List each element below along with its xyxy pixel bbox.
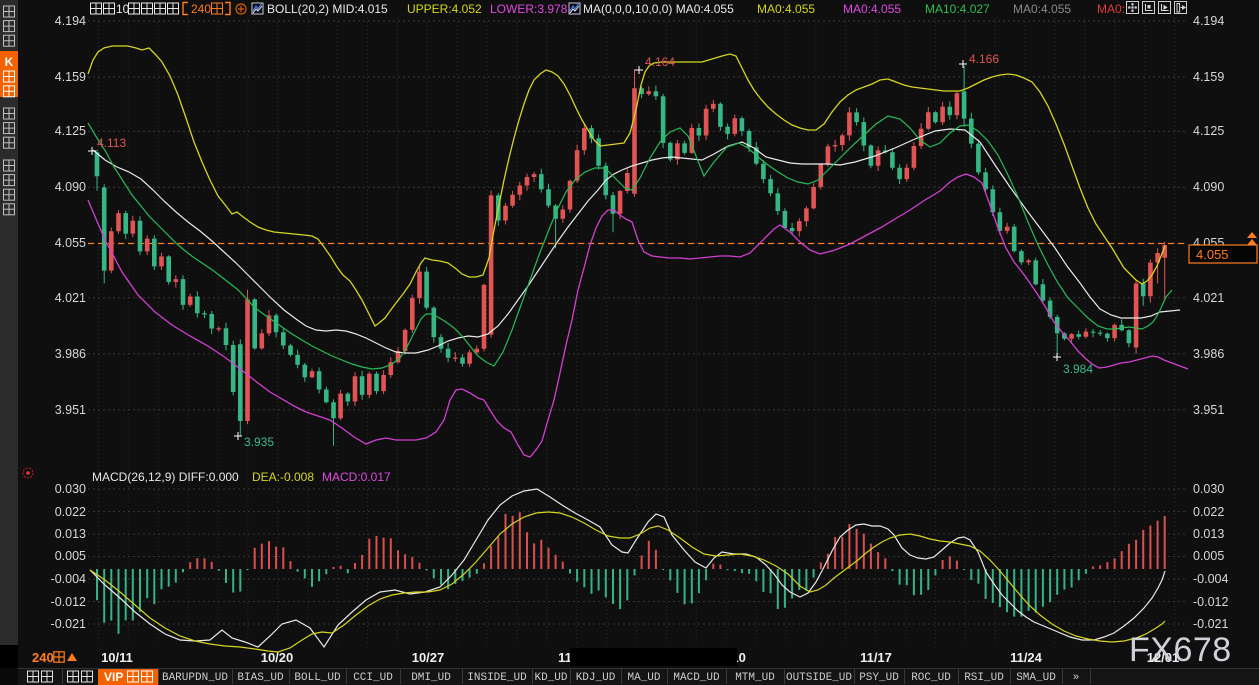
svg-text:10/27: 10/27 [412,650,445,665]
svg-text:MA0:: MA0: [1097,2,1125,16]
svg-text:3.935: 3.935 [244,435,274,449]
svg-text:4.055: 4.055 [1196,247,1229,262]
svg-text:BOLL(20,2) MID:4.015: BOLL(20,2) MID:4.015 [267,2,388,16]
svg-text:KD_UD: KD_UD [534,672,567,684]
svg-text:RSI_UD: RSI_UD [964,672,1004,684]
svg-text:ROC_UD: ROC_UD [911,672,951,684]
svg-text:0.022: 0.022 [1193,505,1224,519]
svg-text:-0.012: -0.012 [51,595,86,609]
svg-text:4.194: 4.194 [55,14,86,28]
svg-text:OUTSIDE_UD: OUTSIDE_UD [786,672,852,684]
svg-text:-0.004: -0.004 [51,572,86,586]
svg-text:FX678: FX678 [1129,631,1232,669]
svg-text:11/24: 11/24 [1010,650,1043,665]
svg-text:MACD(26,12,9) DIFF:0.000: MACD(26,12,9) DIFF:0.000 [92,470,239,484]
svg-text:4.113: 4.113 [97,136,126,150]
svg-text:4.159: 4.159 [55,70,86,84]
svg-text:3.951: 3.951 [55,403,86,417]
svg-text:4.125: 4.125 [1193,124,1224,138]
svg-text:4.021: 4.021 [1193,291,1224,305]
svg-text:-0.021: -0.021 [1193,617,1228,631]
svg-text:4.090: 4.090 [55,180,86,194]
svg-text:DEA:-0.008: DEA:-0.008 [252,470,314,484]
svg-text:MA0:4.055: MA0:4.055 [757,2,815,16]
svg-text:4.021: 4.021 [55,291,86,305]
svg-text:0.022: 0.022 [55,505,86,519]
svg-text:BARUPDN_UD: BARUPDN_UD [162,672,228,684]
svg-text:3.951: 3.951 [1193,403,1224,417]
svg-text:BIAS_UD: BIAS_UD [237,672,284,684]
svg-text:3.986: 3.986 [1193,347,1224,361]
svg-text:0.030: 0.030 [1193,482,1224,496]
svg-text:4.166: 4.166 [969,52,999,66]
svg-text:4.159: 4.159 [1193,70,1224,84]
svg-text:MA0:4.055: MA0:4.055 [843,2,901,16]
svg-text:»: » [1073,672,1080,684]
svg-text:MTM_UD: MTM_UD [735,672,775,684]
svg-text:K: K [5,55,14,69]
svg-text:MACD:0.017: MACD:0.017 [322,470,391,484]
svg-text:4.164: 4.164 [645,55,675,69]
svg-text:INSIDE_UD: INSIDE_UD [467,672,527,684]
svg-text:0.005: 0.005 [55,549,86,563]
svg-text:10/20: 10/20 [261,650,294,665]
svg-text:PSY_UD: PSY_UD [859,672,899,684]
svg-text:10/11: 10/11 [101,650,133,665]
svg-text:MA(0,0,0,10,0,0) MA0:4.055: MA(0,0,0,10,0,0) MA0:4.055 [583,2,734,16]
svg-text:UPPER:4.052: UPPER:4.052 [407,2,482,16]
svg-text:3.986: 3.986 [55,347,86,361]
svg-text:240: 240 [191,2,211,16]
svg-text:-0.021: -0.021 [51,617,86,631]
svg-text:DMI_UD: DMI_UD [411,672,451,684]
svg-text:3.984: 3.984 [1063,362,1093,376]
svg-text:0.013: 0.013 [1193,527,1224,541]
svg-text:10: 10 [116,2,130,16]
svg-text:0.013: 0.013 [55,527,86,541]
svg-text:MA10:4.027: MA10:4.027 [925,2,990,16]
svg-text:LOWER:3.978: LOWER:3.978 [490,2,568,16]
svg-text:4.125: 4.125 [55,124,86,138]
svg-text:4.055: 4.055 [55,236,86,250]
svg-text:MACD_UD: MACD_UD [673,672,720,684]
svg-text:4.090: 4.090 [1193,180,1224,194]
svg-text:MA_UD: MA_UD [627,672,660,684]
svg-text:CCI_UD: CCI_UD [353,672,393,684]
svg-text:MA0:4.055: MA0:4.055 [1013,2,1071,16]
svg-text:KDJ_UD: KDJ_UD [576,672,616,684]
svg-text:VIP: VIP [104,670,123,684]
svg-text:0.030: 0.030 [55,482,86,496]
svg-text:4.194: 4.194 [1193,14,1224,28]
svg-text:240: 240 [32,650,54,665]
svg-text:SMA_UD: SMA_UD [1016,672,1056,684]
svg-text:11/17: 11/17 [860,650,892,665]
svg-text:-0.012: -0.012 [1193,595,1228,609]
svg-text:0.005: 0.005 [1193,549,1224,563]
svg-text:-0.004: -0.004 [1193,572,1228,586]
svg-text:BOLL_UD: BOLL_UD [294,672,341,684]
